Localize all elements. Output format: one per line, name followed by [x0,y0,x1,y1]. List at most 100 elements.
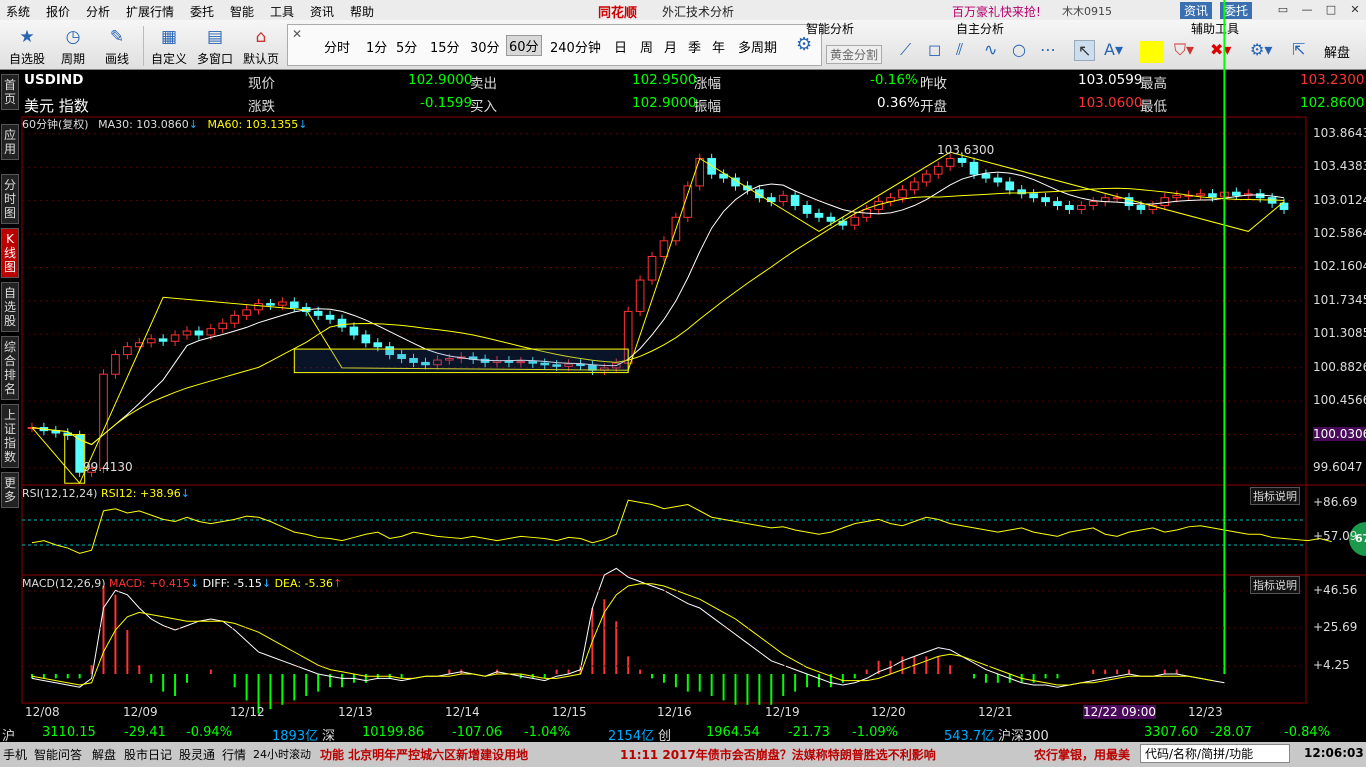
rsi-help-button[interactable]: 指标说明 [1250,487,1300,505]
news-ticker-3[interactable]: 农行掌银，用最美 [1034,746,1130,763]
sz-pct: -1.04% [524,725,570,740]
candle-body [313,310,323,316]
candle-body [230,314,239,324]
candle-body [111,354,120,375]
date-tick: 12/21 [978,705,1013,719]
sz-value: 10199.86 [362,725,425,740]
candle-body [838,220,848,226]
candle-body [1005,181,1015,191]
macd-tick: +46.56 [1313,583,1358,597]
rsi-panel [22,499,1332,554]
candle-body [194,330,204,336]
kline-chart[interactable] [0,0,1366,767]
candle-body [337,318,347,328]
chart-border [21,116,1307,704]
candle-body [921,173,931,183]
status-rolling[interactable]: 24小时滚动 [253,746,311,762]
index-ticker: 沪 3110.15 -29.41 -0.94% 1893亿 深 10199.86… [0,723,1366,744]
candle-body [802,205,812,214]
candles [27,153,1289,477]
candle-body [242,309,251,316]
candle-body [170,334,180,342]
macd-value: MACD: +0.415 [109,577,190,590]
rsi-value: RSI12: +38.96 [100,487,181,500]
candle-body [218,322,228,330]
dea-value: DEA: -5.36 [274,577,333,590]
price-tick: 103.0124 [1313,192,1366,207]
peak-label: 103.6300 [937,143,995,157]
price-tick: 99.6047 [1313,459,1363,474]
hs-pct: -0.84% [1284,725,1330,740]
candle-body [278,301,287,306]
hs-chg: -28.07 [1210,725,1252,740]
sh-chg: -29.41 [124,725,166,740]
macd-panel [22,0,1306,714]
hs-value: 3307.60 [1144,725,1198,740]
news-ticker-1[interactable]: 功能 北京明年严控城六区新增建设用地 [320,746,528,763]
candle-body [850,216,860,226]
candle-body [647,256,657,281]
clock: 12:06:03 [1304,746,1364,760]
search-input[interactable]: 代码/名称/简拼/功能 [1140,744,1290,763]
rsi-tick: +86.69 [1313,495,1358,509]
candle-body [814,212,824,218]
candle-body [349,326,359,336]
candle-body [99,373,108,469]
up-arrow-icon: ↑ [332,577,343,590]
price-tick: 100.4566 [1313,393,1366,408]
candle-body [1112,197,1122,200]
date-tick: 12/23 [1188,705,1223,719]
status-stocktong[interactable]: 股灵通 [179,746,215,763]
down-arrow-icon: ↓ [180,487,190,500]
candle-body [266,303,275,306]
candle-body [778,194,788,203]
news-ticker-2[interactable]: 11:11 2017年债市会否崩盘？法媒称特朗普胜选不利影响 [620,746,936,763]
candle-body [790,194,800,207]
macd-help-button[interactable]: 指标说明 [1250,576,1300,594]
status-market[interactable]: 行情 [222,746,246,763]
candle-body [981,173,991,179]
candle-body [1088,201,1098,207]
date-tick: 12/14 [445,705,480,719]
candle-body [945,157,955,167]
price-tick: 101.7345 [1313,292,1366,307]
macd-tick: +4.25 [1313,658,1350,672]
price-tick: 101.3085 [1313,326,1366,341]
date-tick: 12/22 09:00 [1083,705,1156,719]
status-analysis[interactable]: 解盘 [92,746,116,763]
sz-chg: -107.06 [452,725,503,740]
candle-body [635,279,645,312]
candle-body [206,328,216,336]
candle-body [1041,197,1050,203]
price-tick: 103.8643 [1313,125,1366,140]
candle-body [289,301,299,308]
candle-body [373,342,383,348]
cy-pct: -1.09% [852,725,898,740]
candle-body [969,161,979,175]
status-mobile[interactable]: 手机 [3,746,27,763]
date-tick: 12/19 [765,705,800,719]
candle-body [910,181,919,191]
candle-body [1077,205,1086,210]
candle-body [1172,194,1182,199]
candle-body [1053,201,1062,207]
status-qa[interactable]: 智能问答 [34,746,82,763]
macd-legend: MACD(12,26,9) MACD: +0.415↓ DIFF: -5.15↓… [22,577,342,590]
candle-body [146,338,156,344]
candle-body [1065,205,1074,210]
date-tick: 12/15 [552,705,587,719]
ma60-line [31,187,1285,446]
price-tick: 103.4383 [1313,159,1366,174]
candle-body [361,334,371,344]
date-tick: 12/13 [338,705,373,719]
candle-body [1196,193,1205,196]
status-diary[interactable]: 股市日记 [124,746,172,763]
candle-body [1208,193,1217,198]
candle-body [1160,197,1170,207]
candle-body [993,177,1003,183]
price-tick: 102.5864 [1313,226,1366,241]
sh-value: 3110.15 [42,725,96,740]
candle-body [1232,191,1241,196]
trough-label: 99.4130 [83,460,133,474]
sh-pct: -0.94% [186,725,232,740]
